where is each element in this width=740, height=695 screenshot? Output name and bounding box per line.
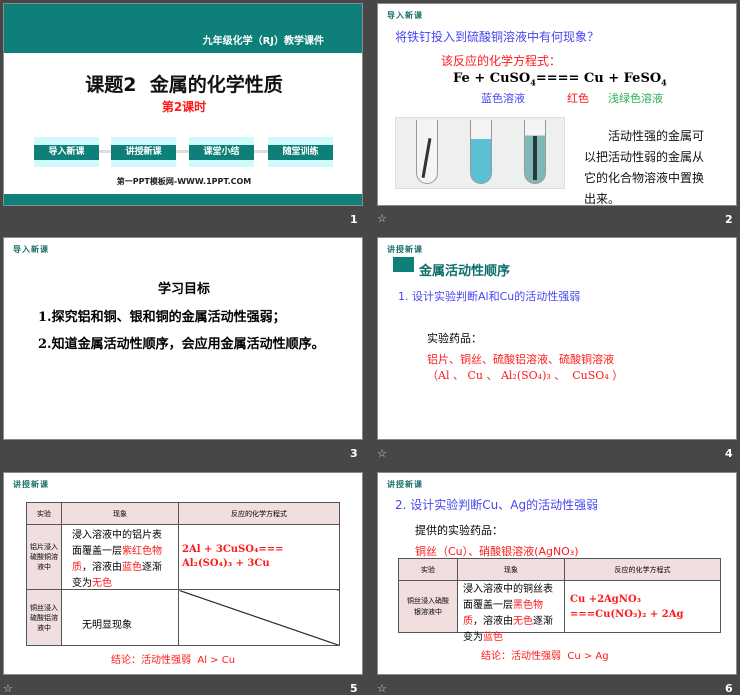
table-row: 铜丝浸入硝酸银溶液中 浸入溶液中的铜丝表面覆盖一层黑色物质，溶液由无色逐渐变为蓝… <box>398 580 721 643</box>
nav-intro[interactable]: 导入新课 <box>34 137 99 167</box>
slide-number: 1 <box>350 213 358 226</box>
chemical-equation: Fe + CuSO4==== Cu + FeSO4 <box>453 71 667 88</box>
slide-thumbnail-6[interactable]: 讲授新课 2. 设计实验判断Cu、Ag的活动性强弱 提供的实验药品： 铜丝（Cu… <box>377 472 737 675</box>
label-blue-solution: 蓝色溶液 <box>481 92 525 105</box>
equation-cell: 2Al + 3CuSO₄=== Al₂(SO₄)₃ + 3Cu <box>178 524 340 590</box>
text-line: 出来。 <box>584 192 621 206</box>
col-header: 实验 <box>26 502 62 525</box>
slide-thumbnail-1[interactable]: 九年级化学（RJ）教学课件 课题2 金属的化学性质 第2课时 导入新课 讲授新课… <box>3 3 363 206</box>
nail-copper-coated <box>533 136 537 180</box>
section-label: 导入新课 <box>387 11 423 20</box>
experiment-table: 实验 现象 反应的化学方程式 铝片浸入硫酸铜溶液中 浸入溶液中的铝片表面覆盖一层… <box>26 502 340 646</box>
explanation-text: 活动性强的金属可 以把活动性弱的金属从 它的化合物溶液中置换 出来。 <box>584 126 705 206</box>
empty-diagonal-cell <box>178 589 340 646</box>
slide-title: 课题2 金属的化学性质 <box>85 74 283 96</box>
title-square-icon <box>393 257 414 272</box>
table-row: 铜丝浸入硫酸铝溶液中 无明显现象 <box>26 589 340 646</box>
section-title: 金属活动性顺序 <box>419 264 511 279</box>
slide-thumbnail-3[interactable]: 导入新课 学习目标 1.探究铝和铜、银和铜的金属活动性强弱； 2.知道金属活动性… <box>3 237 363 440</box>
footer-site: 第一PPT模板网-WWW.1PPT.COM <box>116 177 252 186</box>
question-2: 2. 设计实验判断Cu、Ag的活动性强弱 <box>395 498 599 512</box>
col-header: 实验 <box>398 558 458 581</box>
nav-label: 导入新课 <box>34 145 99 160</box>
animation-star-icon[interactable]: ☆ <box>3 682 13 695</box>
drugs-label: 实验药品： <box>427 332 482 345</box>
text: 蓝色 <box>122 562 142 573</box>
col-header: 反应的化学方程式 <box>564 558 721 581</box>
test-tubes-photo <box>395 117 565 189</box>
text: 蓝色 <box>483 632 503 643</box>
tube-blue-solution <box>470 120 492 184</box>
section-label: 讲授新课 <box>387 480 423 489</box>
experiment-cell: 铜丝浸入硫酸铝溶液中 <box>26 589 62 646</box>
drugs-label: 提供的实验药品： <box>415 524 503 537</box>
section-label: 讲授新课 <box>387 245 423 254</box>
eq-part: Fe + CuSO <box>453 71 531 86</box>
section-label: 讲授新课 <box>13 480 49 489</box>
objective-2: 2.知道金属活动性顺序，会应用金属活动性顺序。 <box>38 337 325 352</box>
table-row: 铝片浸入硫酸铜溶液中 浸入溶液中的铝片表面覆盖一层紫红色物质，溶液由蓝色逐渐变为… <box>26 524 340 590</box>
conclusion: 结论：活动性强弱 Al > Cu <box>111 655 236 666</box>
question: 将铁钉投入到硫酸铜溶液中有何现象？ <box>395 30 600 44</box>
section-label: 导入新课 <box>13 245 49 254</box>
drugs-list: 铝片、铜丝、硫酸铝溶液、硫酸铜溶液 <box>427 353 614 366</box>
lesson-number: 第2课时 <box>161 100 207 114</box>
label-green-solution: 浅绿色溶液 <box>608 92 663 105</box>
slide-number: 4 <box>725 447 733 460</box>
bottom-band <box>4 194 362 205</box>
slide-thumbnail-2[interactable]: 导入新课 将铁钉投入到硫酸铜溶液中有何现象？ 该反应的化学方程式： Fe + C… <box>377 3 737 206</box>
text: ，溶液由 <box>82 562 122 573</box>
slide-thumbnail-5[interactable]: 讲授新课 实验 现象 反应的化学方程式 铝片浸入硫酸铜溶液中 浸入溶液中的铝片表… <box>3 472 363 675</box>
animation-star-icon[interactable]: ☆ <box>377 447 387 460</box>
slide-number: 3 <box>350 447 358 460</box>
equation-label: 该反应的化学方程式： <box>441 54 562 68</box>
nav-teach[interactable]: 讲授新课 <box>111 137 176 167</box>
eq-sub: 4 <box>661 77 667 88</box>
phenomenon-cell: 无明显现象 <box>61 589 179 646</box>
animation-star-icon[interactable]: ☆ <box>377 212 387 225</box>
text: 无色 <box>513 616 533 627</box>
phenomenon-cell: 浸入溶液中的铝片表面覆盖一层紫红色物质，溶液由蓝色逐渐变为无色 <box>61 524 179 590</box>
col-header: 现象 <box>61 502 179 525</box>
slide-number: 6 <box>725 682 733 695</box>
phenomenon-cell: 浸入溶液中的铜丝表面覆盖一层黑色物质，溶液由无色逐渐变为蓝色 <box>457 580 565 643</box>
drugs-list: 铜丝（Cu）、硝酸银溶液(AgNO₃) <box>415 545 579 558</box>
nav-label: 讲授新课 <box>111 145 176 160</box>
question-1: 1. 设计实验判断Al和Cu的活动性强弱 <box>398 290 581 303</box>
text-line: 它的化合物溶液中置换 <box>584 171 705 185</box>
slide-number: 2 <box>725 213 733 226</box>
nav-label: 随堂训练 <box>268 145 333 160</box>
animation-star-icon[interactable]: ☆ <box>377 682 387 695</box>
nav-summary[interactable]: 课堂小结 <box>189 137 254 167</box>
slide-thumbnail-4[interactable]: 讲授新课 金属活动性顺序 1. 设计实验判断Al和Cu的活动性强弱 实验药品： … <box>377 237 737 440</box>
experiment-cell: 铝片浸入硫酸铜溶液中 <box>26 524 62 590</box>
text-line: 活动性强的金属可 <box>608 129 705 143</box>
nav-label: 课堂小结 <box>189 145 254 160</box>
label-red: 红色 <box>567 92 589 105</box>
course-subtitle: 九年级化学（RJ）教学课件 <box>202 36 324 47</box>
text-line: 以把活动性弱的金属从 <box>584 150 705 164</box>
experiment-table: 实验 现象 反应的化学方程式 铜丝浸入硝酸银溶液中 浸入溶液中的铜丝表面覆盖一层… <box>398 558 721 643</box>
equation-cell: Cu +2AgNO₃ ===Cu(NO₃)₂ + 2Ag <box>564 580 721 633</box>
slide-number: 5 <box>350 682 358 695</box>
eq-part: ==== Cu + FeSO <box>535 71 662 86</box>
objective-1: 1.探究铝和铜、银和铜的金属活动性强弱； <box>38 310 286 325</box>
nav-practice[interactable]: 随堂训练 <box>268 137 333 167</box>
col-header: 反应的化学方程式 <box>178 502 340 525</box>
text: ，溶液由 <box>473 616 513 627</box>
text: 无色 <box>92 578 112 589</box>
objectives-heading: 学习目标 <box>157 282 210 297</box>
conclusion: 结论：活动性强弱 Cu > Ag <box>481 651 609 662</box>
experiment-cell: 铜丝浸入硝酸银溶液中 <box>398 580 458 633</box>
drugs-formulas: （Al 、 Cu 、 Al₂(SO₄)₃ 、 CuSO₄ ） <box>427 369 624 382</box>
col-header: 现象 <box>457 558 565 581</box>
